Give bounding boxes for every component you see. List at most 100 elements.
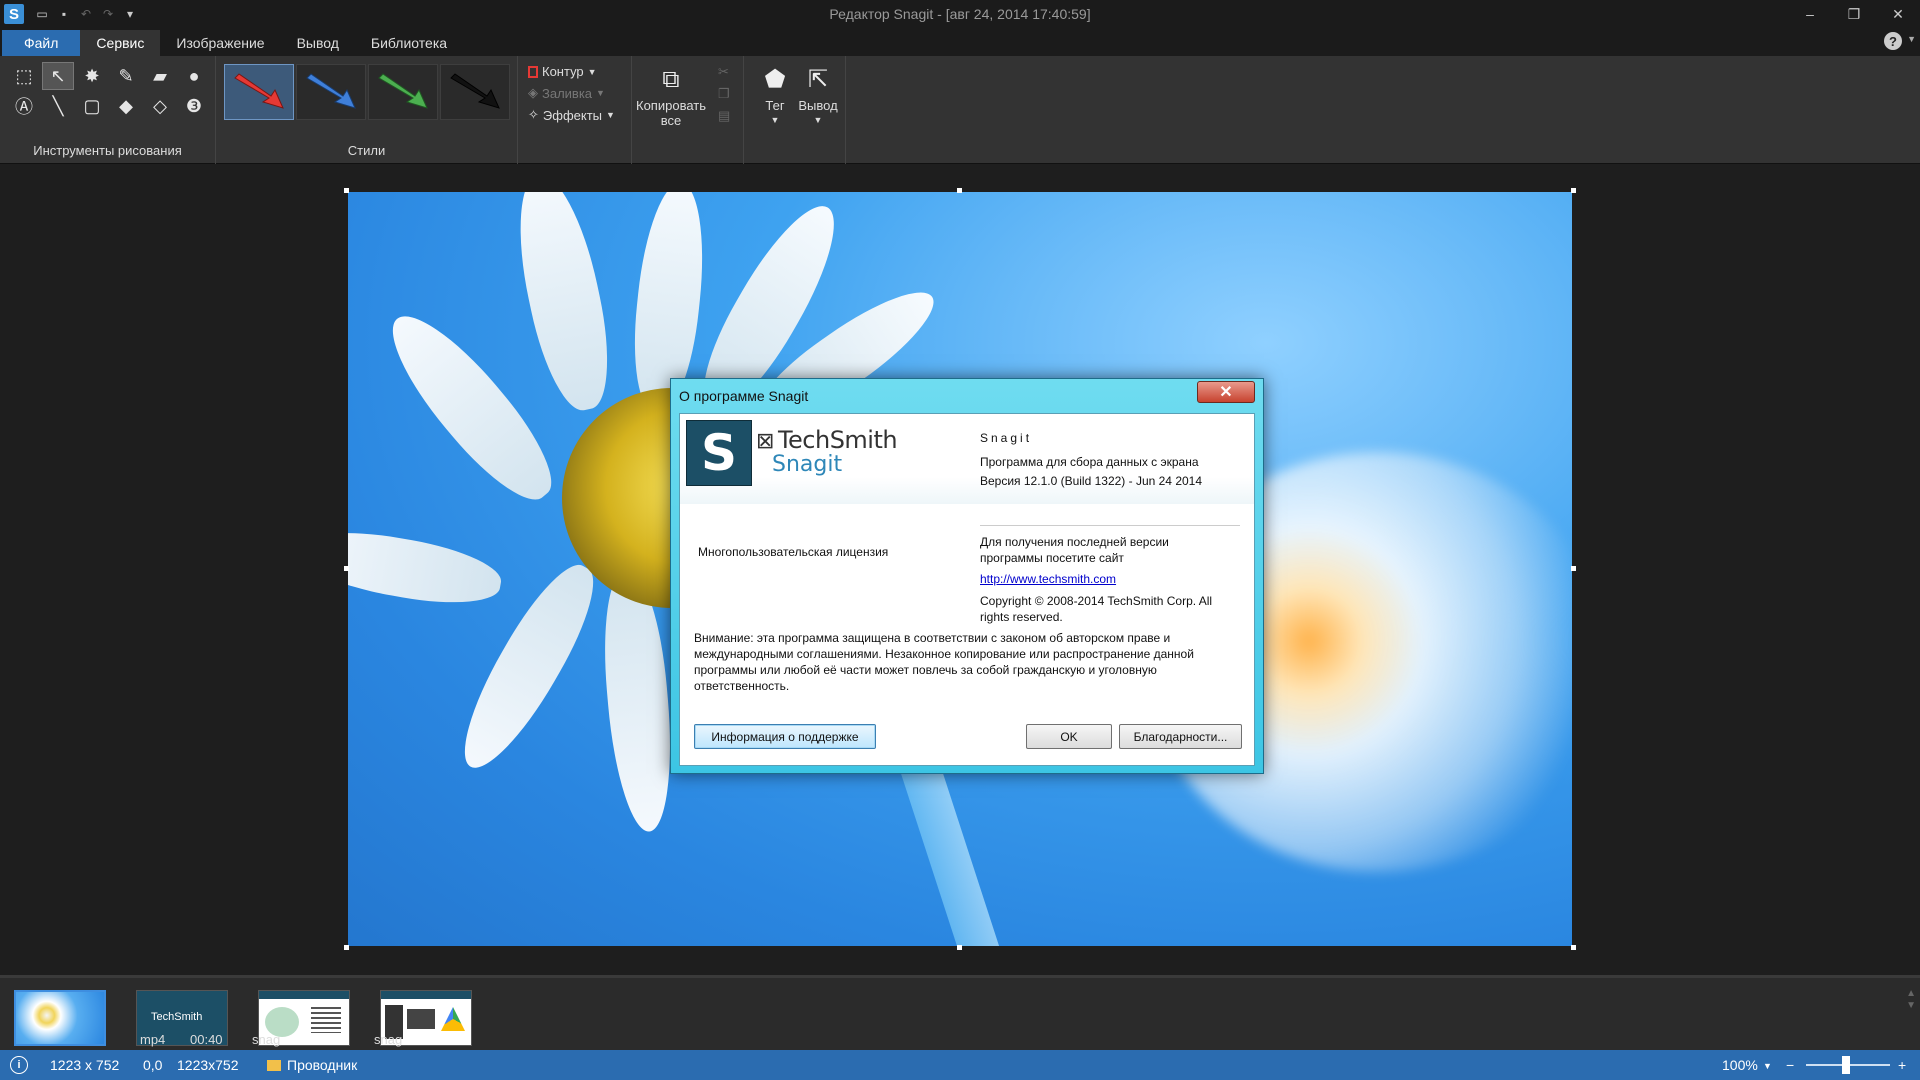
customize-toolbar-icon[interactable]: ▾ (122, 6, 138, 22)
ribbon: ⬚ ↖ ✸ ✎ ▰ ● Ⓐ ╲ ▢ ◆ ◇ ❸ Инструменты рисо… (0, 56, 1920, 164)
techsmith-logo: ⊠ TechSmith (756, 426, 898, 454)
ok-button[interactable]: OK (1026, 724, 1112, 749)
tray-thumb-image[interactable] (14, 990, 106, 1046)
techsmith-mark-icon: ⊠ (756, 429, 774, 454)
outline-dropdown[interactable]: Контур ▼ (528, 64, 615, 79)
blur-drop-icon[interactable]: ● (178, 62, 210, 90)
window-controls: – ❐ ✕ (1788, 0, 1920, 28)
support-info-button[interactable]: Информация о поддержке (694, 724, 876, 749)
resize-handle[interactable] (957, 188, 962, 193)
shape-icon[interactable]: ▢ (76, 92, 108, 120)
license-type: Многопользовательская лицензия (698, 545, 889, 559)
minimize-button[interactable]: – (1788, 0, 1832, 28)
stamp-icon[interactable]: ✸ (76, 62, 108, 90)
product-description: Программа для сбора данных с экрана (980, 455, 1199, 469)
product-logo-text: Snagit (772, 452, 843, 477)
copyright-warning: Внимание: эта программа защищена в соотв… (694, 631, 1194, 693)
dialog-close-button[interactable]: ✕ (1197, 381, 1255, 403)
snagit-logo-icon: S (686, 420, 752, 486)
arrow-tool-icon[interactable]: ↖ (42, 62, 74, 90)
restore-button[interactable]: ❐ (1832, 0, 1876, 28)
copy-icon[interactable]: ❐ (718, 86, 730, 102)
output-button[interactable]: ⇱ Вывод ▼ (796, 64, 840, 128)
thumb-text-block (311, 1007, 341, 1033)
dialog-title: О программе Snagit (679, 388, 809, 404)
resize-handle[interactable] (1571, 188, 1576, 193)
status-bar: i 1223 x 752 0,0 1223x752 Проводник 100%… (0, 1050, 1920, 1080)
callout-icon[interactable]: Ⓐ (8, 92, 40, 120)
snagit-app-icon[interactable]: S (4, 4, 24, 24)
resize-handle[interactable] (344, 945, 349, 950)
copyright-line-2: rights reserved. (980, 610, 1063, 624)
window-title: Редактор Snagit - [авг 24, 2014 17:40:59… (829, 6, 1091, 22)
style-red-arrow[interactable] (224, 64, 294, 120)
open-folder-icon[interactable]: ▭ (34, 6, 50, 22)
copy-all-button[interactable]: ⧉ Копировать все (636, 64, 706, 128)
tray-video-duration: 00:40 (190, 1032, 223, 1047)
output-label: Вывод (798, 98, 838, 113)
tab-file[interactable]: Файл (2, 30, 81, 56)
tab-service[interactable]: Сервис (80, 30, 161, 56)
pen-icon[interactable]: ✎ (110, 62, 142, 90)
style-green-arrow[interactable] (368, 64, 438, 120)
drawing-tools-label: Инструменты рисования (33, 143, 182, 158)
outline-color-icon (528, 65, 538, 78)
fill-icon[interactable]: ◆ (110, 92, 142, 120)
close-button[interactable]: ✕ (1876, 0, 1920, 28)
tab-library[interactable]: Библиотека (355, 30, 463, 56)
menu-bar: Файл Сервис Изображение Вывод Библиотека… (0, 28, 1920, 56)
eraser-icon[interactable]: ◇ (144, 92, 176, 120)
zoom-in-icon[interactable]: + (1898, 1057, 1906, 1073)
thumb-shape (441, 1007, 465, 1031)
zoom-out-icon[interactable]: − (1786, 1057, 1794, 1073)
resize-handle[interactable] (957, 945, 962, 950)
product-version: Версия 12.1.0 (Build 1322) - Jun 24 2014 (980, 474, 1203, 488)
video-thumb-text: TechSmith (151, 1011, 203, 1023)
copyright-line-1: Copyright © 2008-2014 TechSmith Corp. Al… (980, 594, 1213, 608)
line-icon[interactable]: ╲ (42, 92, 74, 120)
chevron-down-icon: ▼ (813, 115, 823, 125)
style-blue-arrow[interactable] (296, 64, 366, 120)
tag-button[interactable]: ⬟ Тег ▼ (758, 64, 792, 128)
explorer-button[interactable]: Проводник (267, 1057, 357, 1073)
drawing-tools-group: ⬚ ↖ ✸ ✎ ▰ ● Ⓐ ╲ ▢ ◆ ◇ ❸ Инструменты рисо… (0, 56, 216, 164)
help-menu-caret-icon[interactable]: ▼ (1907, 34, 1916, 44)
fill-dropdown[interactable]: ◈ Заливка ▼ (528, 85, 615, 101)
resize-handle[interactable] (1571, 945, 1576, 950)
title-bar: S ▭ ▪ ↶ ↷ ▾ Редактор Snagit - [авг 24, 2… (0, 0, 1920, 28)
tag-icon: ⬟ (764, 65, 786, 93)
close-icon: ✕ (1219, 384, 1233, 401)
thanks-button[interactable]: Благодарности... (1119, 724, 1242, 749)
zoom-slider-thumb[interactable] (1842, 1056, 1850, 1074)
paste-icon[interactable]: ▤ (718, 108, 730, 124)
info-icon[interactable]: i (10, 1056, 28, 1074)
save-icon[interactable]: ▪ (56, 6, 72, 22)
step-icon[interactable]: ❸ (178, 92, 210, 120)
copy-all-label-2: все (660, 113, 682, 128)
clipboard-small-buttons: ✂ ❐ ▤ (718, 64, 730, 124)
product-name: Snagit (980, 431, 1033, 445)
highlighter-icon[interactable]: ▰ (144, 62, 176, 90)
image-dimensions: 1223 x 752 (50, 1057, 120, 1073)
cut-icon[interactable]: ✂ (718, 64, 730, 80)
fill-bucket-icon: ◈ (528, 85, 538, 100)
help-icon[interactable]: ? (1884, 32, 1902, 50)
undo-icon[interactable]: ↶ (78, 6, 94, 22)
tray-scroll-arrows[interactable]: ▲ ▼ (1906, 988, 1916, 1012)
website-link[interactable]: http://www.techsmith.com (980, 571, 1116, 587)
tab-output[interactable]: Вывод (281, 30, 355, 56)
capture-tray: TechSmith mp4 00:40 snag snag ▲ ▼ (0, 975, 1920, 1050)
tab-image[interactable]: Изображение (160, 30, 280, 56)
effects-dropdown[interactable]: ✧ Эффекты ▼ (528, 107, 615, 123)
share-output-icon: ⇱ (807, 65, 829, 93)
resize-handle[interactable] (344, 566, 349, 571)
zoom-level[interactable]: 100% (1722, 1057, 1758, 1073)
style-black-arrow[interactable] (440, 64, 510, 120)
zoom-dropdown-icon[interactable]: ▼ (1763, 1061, 1772, 1071)
resize-handle[interactable] (344, 188, 349, 193)
redo-icon[interactable]: ↷ (100, 6, 116, 22)
resize-handle[interactable] (1571, 566, 1576, 571)
latest-version-line-1: Для получения последней версии (980, 535, 1169, 549)
drawing-tools-grid: ⬚ ↖ ✸ ✎ ▰ ● Ⓐ ╲ ▢ ◆ ◇ ❸ (8, 62, 212, 122)
selection-icon[interactable]: ⬚ (8, 62, 40, 90)
